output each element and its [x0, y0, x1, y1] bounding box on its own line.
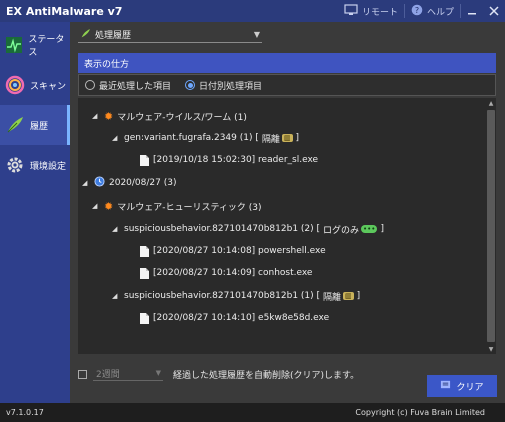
- chevron-down-icon: ▼: [155, 369, 161, 377]
- tree-node-label: [2020/08/27 10:14:10] e5kw8e58d.exe: [153, 313, 330, 323]
- help-icon: ?: [411, 4, 423, 19]
- sidebar-item-scan[interactable]: スキャン: [0, 65, 70, 105]
- scroll-down-arrow-icon[interactable]: ▼: [486, 344, 496, 354]
- radio-items-by-date[interactable]: 日付別処理項目: [185, 79, 262, 92]
- help-button[interactable]: ? ヘルプ: [405, 0, 460, 22]
- tree-node-detection[interactable]: ◢ suspiciousbehavior.827101470b812b1 (2)…: [112, 222, 384, 236]
- malware-burst-icon: ✹: [104, 199, 114, 213]
- history-tree[interactable]: ◢ ✹ マルウェア-ウイルス/ワーム (1) ◢ gen:variant.fug…: [78, 98, 486, 354]
- history-type-dropdown[interactable]: 処理履歴 ▼: [78, 27, 262, 43]
- sidebar-item-label: ステータス: [28, 35, 65, 58]
- scroll-up-arrow-icon[interactable]: ▲: [486, 98, 496, 108]
- tree-node-label: suspiciousbehavior.827101470b812b1 (1) [: [124, 291, 321, 301]
- tree-node-category[interactable]: ◢ ✹ マルウェア-ウイルス/ワーム (1): [92, 109, 247, 123]
- version-label: v7.1.0.17: [6, 408, 44, 417]
- history-icon: [4, 114, 26, 136]
- main-panel: 処理履歴 ▼ 表示の仕方 最近処理した項目 日付別処理項目 ◢ ✹ マルウェア-…: [70, 22, 505, 403]
- minimize-button[interactable]: [461, 0, 483, 22]
- help-label: ヘルプ: [426, 7, 454, 18]
- close-icon: [489, 6, 499, 16]
- settings-gear-icon: [4, 154, 26, 176]
- status-icon: [4, 34, 24, 56]
- collapse-arrow-icon: ◢: [112, 225, 118, 233]
- history-icon: [80, 28, 91, 42]
- auto-delete-label: 経過した処理履歴を自動削除(クリア)します。: [173, 370, 360, 381]
- tree-node-label: suspiciousbehavior.827101470b812b1 (2) [: [124, 224, 321, 234]
- sidebar-item-label: 履歴: [30, 121, 49, 132]
- sidebar-item-label: 環境設定: [30, 161, 67, 172]
- retention-period-value: 2週間: [96, 370, 120, 380]
- tree-node-tag: 隔離: [323, 292, 342, 303]
- clear-button-label: クリア: [456, 382, 484, 393]
- remote-button[interactable]: リモート: [338, 0, 404, 22]
- tree-scrollbar[interactable]: ▲ ▼: [486, 98, 496, 354]
- tree-node-bracket: ]: [295, 133, 300, 143]
- chevron-down-icon: ▼: [253, 30, 260, 39]
- radio-label: 日付別処理項目: [199, 81, 263, 92]
- radio-indicator: [185, 80, 196, 90]
- file-icon: [140, 312, 149, 324]
- sidebar-item-status[interactable]: ステータス: [0, 25, 70, 65]
- radio-label: 最近処理した項目: [99, 81, 172, 92]
- tree-node-label: gen:variant.fugrafa.2349 (1) [: [124, 133, 259, 143]
- tree-node-label: 2020/08/27 (3): [109, 178, 177, 188]
- title-bar: EX AntiMalware v7 リモート ? ヘルプ: [0, 0, 505, 22]
- auto-delete-option: 2週間 ▼ 経過した処理履歴を自動削除(クリア)します。: [78, 367, 359, 381]
- radio-indicator: [85, 80, 95, 90]
- sidebar-item-history[interactable]: 履歴: [0, 105, 70, 145]
- collapse-arrow-icon: ◢: [112, 292, 118, 300]
- tree-node-file[interactable]: [2020/08/27 10:14:08] powershell.exe: [140, 244, 326, 258]
- quarantine-box-icon: ▥: [343, 292, 354, 300]
- tree-node-label: マルウェア-ウイルス/ワーム (1): [117, 112, 247, 123]
- retention-period-select[interactable]: 2週間 ▼: [93, 367, 163, 381]
- close-button[interactable]: [483, 0, 505, 22]
- tree-node-label: [2020/08/27 10:14:09] conhost.exe: [153, 268, 313, 278]
- clear-button[interactable]: クリア: [427, 375, 497, 397]
- scan-icon: [4, 74, 26, 96]
- file-icon: [140, 154, 149, 166]
- clock-icon: [94, 176, 105, 190]
- view-mode-header: 表示の仕方: [78, 53, 496, 73]
- collapse-arrow-icon: ◢: [92, 202, 98, 210]
- radio-recent-items[interactable]: 最近処理した項目: [85, 79, 171, 92]
- collapse-arrow-icon: ◢: [112, 134, 118, 142]
- tree-node-category[interactable]: ◢ ✹ マルウェア-ヒューリスティック (3): [92, 199, 262, 213]
- remote-icon: [344, 3, 358, 19]
- tree-node-bracket: ]: [380, 224, 384, 234]
- log-speech-bubble-icon: •••: [361, 225, 378, 233]
- status-bar: v7.1.0.17 Copyright (c) Fuva Brain Limit…: [0, 403, 505, 422]
- title-bar-controls: リモート ? ヘルプ: [338, 0, 505, 22]
- sidebar-item-label: スキャン: [30, 81, 67, 92]
- tree-node-label: [2020/08/27 10:14:08] powershell.exe: [153, 246, 326, 256]
- auto-delete-checkbox[interactable]: [78, 369, 87, 379]
- copyright-label: Copyright (c) Fuva Brain Limited: [355, 408, 485, 417]
- malware-burst-icon: ✹: [104, 109, 114, 123]
- tree-node-label: マルウェア-ヒューリスティック (3): [117, 202, 262, 213]
- file-icon: [140, 245, 149, 257]
- tree-node-detection[interactable]: ◢ suspiciousbehavior.827101470b812b1 (1)…: [112, 289, 360, 303]
- sidebar-item-settings[interactable]: 環境設定: [0, 145, 70, 185]
- file-icon: [140, 267, 149, 279]
- app-title: EX AntiMalware v7: [6, 4, 123, 18]
- view-mode-options: 最近処理した項目 日付別処理項目: [78, 74, 496, 96]
- dropdown-selected-value: 処理履歴: [95, 31, 132, 41]
- clear-icon: [440, 379, 451, 393]
- sidebar: ステータス スキャン 履歴 環境設定: [0, 22, 70, 403]
- tree-node-file[interactable]: [2019/10/18 15:02:30] reader_sl.exe: [140, 153, 318, 167]
- tree-node-file[interactable]: [2020/08/27 10:14:09] conhost.exe: [140, 266, 312, 280]
- quarantine-box-icon: ▥: [281, 134, 293, 142]
- tree-node-tag: 隔離: [261, 134, 280, 145]
- tree-node-label: [2019/10/18 15:02:30] reader_sl.exe: [153, 155, 319, 165]
- tree-node-tag: ログのみ: [323, 225, 360, 236]
- tree-node-file[interactable]: [2020/08/27 10:14:10] e5kw8e58d.exe: [140, 311, 329, 325]
- collapse-arrow-icon: ◢: [82, 179, 88, 187]
- svg-text:?: ?: [415, 6, 419, 15]
- tree-node-detection[interactable]: ◢ gen:variant.fugrafa.2349 (1) [ 隔離 ▥ ]: [112, 131, 299, 145]
- scrollbar-thumb[interactable]: [487, 110, 495, 342]
- remote-label: リモート: [361, 7, 398, 18]
- tree-node-bracket: ]: [356, 291, 361, 301]
- collapse-arrow-icon: ◢: [92, 112, 98, 120]
- tree-node-date[interactable]: ◢ 2020/08/27 (3): [82, 176, 176, 190]
